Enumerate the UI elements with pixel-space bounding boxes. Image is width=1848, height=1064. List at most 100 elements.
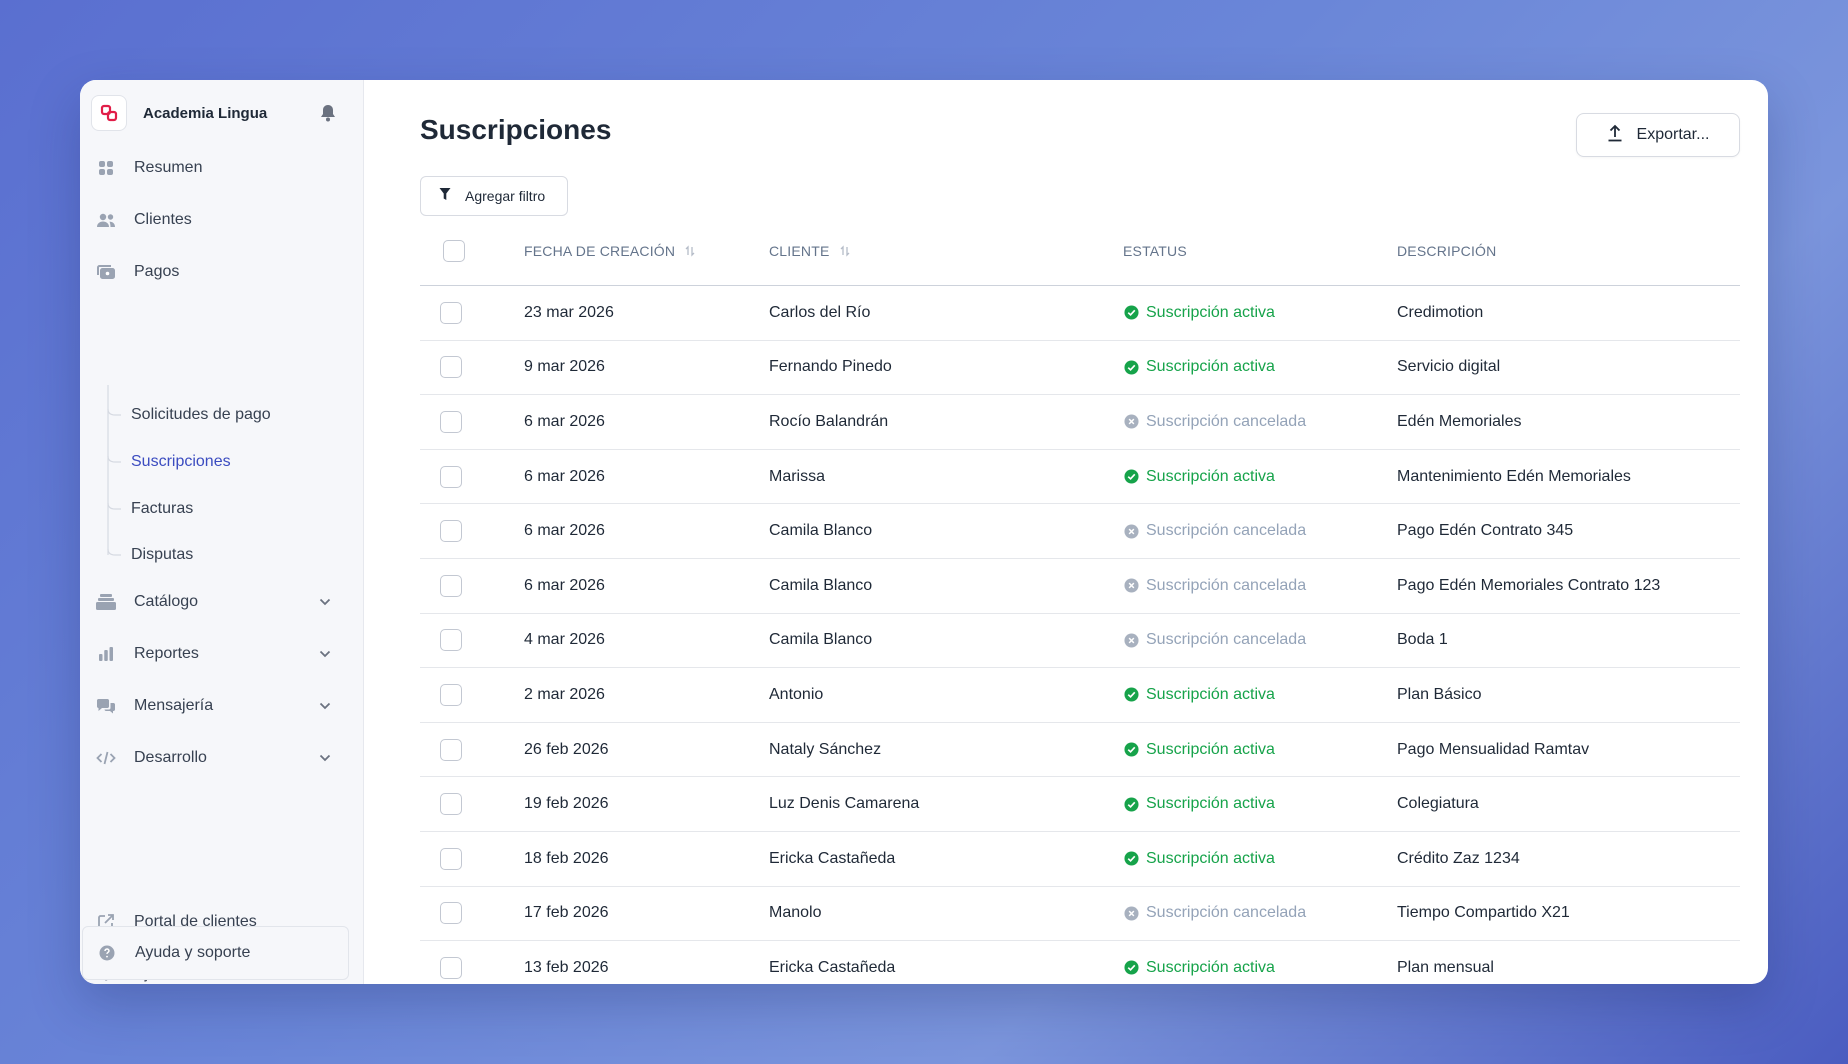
- sidebar-item-clientes[interactable]: Clientes: [96, 202, 347, 238]
- sidebar: Academia Lingua Resumen Clientes Pagos S…: [80, 80, 364, 984]
- row-checkbox[interactable]: [440, 738, 462, 761]
- row-checkbox[interactable]: [440, 465, 462, 488]
- sidebar-item-pagos[interactable]: Pagos: [96, 254, 347, 290]
- status-badge: Suscripción activa: [1123, 304, 1275, 322]
- payments-subnav: Solicitudes de pago Suscripciones Factur…: [107, 385, 337, 563]
- date-cell: 18 feb 2026: [524, 849, 609, 867]
- sidebar-subitem-label: Disputas: [131, 546, 194, 563]
- table-row[interactable]: 17 feb 2026 Manolo Suscripción cancelada Ti…: [420, 887, 1740, 942]
- sidebar-item-resumen[interactable]: Resumen: [96, 150, 347, 186]
- row-checkbox[interactable]: [440, 956, 462, 979]
- date-cell: 17 feb 2026: [524, 904, 609, 922]
- description-cell: Pago Edén Contrato 345: [1397, 522, 1574, 540]
- bell-icon[interactable]: [318, 103, 338, 123]
- status-cell: Suscripción cancelada: [1123, 559, 1306, 613]
- table-row[interactable]: 13 feb 2026 Ericka Castañeda Suscripción a…: [420, 941, 1740, 984]
- date-cell: 4 mar 2026: [524, 631, 605, 649]
- client-cell: Ericka Castañeda: [769, 958, 896, 976]
- row-checkbox[interactable]: [440, 410, 462, 433]
- date-cell: 2 mar 2026: [524, 685, 605, 703]
- status-badge: Suscripción activa: [1123, 468, 1275, 486]
- grid-icon: [96, 158, 116, 178]
- sidebar-subitem-disputas[interactable]: Disputas: [131, 540, 193, 570]
- org-logo: [91, 95, 127, 131]
- description-cell: Plan mensual: [1397, 958, 1494, 976]
- description-cell: Crédito Zaz 1234: [1397, 849, 1520, 867]
- table-body: 23 mar 2026 Carlos del Río Suscripción act…: [420, 286, 1740, 984]
- row-checkbox[interactable]: [440, 629, 462, 652]
- main-content: Suscripciones Exportar... Agregar filtro…: [364, 80, 1768, 984]
- sidebar-item-reportes[interactable]: Reportes: [96, 636, 347, 672]
- table-row[interactable]: 26 feb 2026 Nataly Sánchez Suscripción act…: [420, 723, 1740, 778]
- table-row[interactable]: 23 mar 2026 Carlos del Río Suscripción act…: [420, 286, 1740, 341]
- org-header[interactable]: Academia Lingua: [91, 94, 352, 132]
- app-window: Academia Lingua Resumen Clientes Pagos S…: [80, 80, 1768, 984]
- sort-icon: [685, 245, 695, 257]
- table-row[interactable]: 2 mar 2026 Antonio Suscripción activa Plan …: [420, 668, 1740, 723]
- sidebar-item-label: Pagos: [134, 263, 180, 280]
- table-row[interactable]: 19 feb 2026 Luz Denis Camarena Suscripción…: [420, 777, 1740, 832]
- status-text: Suscripción activa: [1146, 467, 1275, 485]
- status-text: Suscripción activa: [1146, 849, 1275, 867]
- sidebar-item-catalogo[interactable]: Catálogo: [96, 584, 347, 620]
- add-filter-button[interactable]: Agregar filtro: [420, 176, 568, 216]
- row-checkbox[interactable]: [440, 793, 462, 816]
- client-cell: Carlos del Río: [769, 303, 871, 321]
- row-select-cell: [440, 450, 462, 504]
- status-text: Suscripción activa: [1146, 740, 1275, 758]
- table-row[interactable]: 6 mar 2026 Rocío Balandrán Suscripción can…: [420, 395, 1740, 450]
- row-select-cell: [440, 887, 462, 941]
- row-select-cell: [440, 777, 462, 831]
- x-circle-icon: [1123, 632, 1139, 648]
- select-all-cell: [443, 216, 465, 286]
- row-select-cell: [440, 559, 462, 613]
- column-header-fecha[interactable]: FECHA DE CREACIÓN: [524, 216, 695, 286]
- sidebar-subitem-facturas[interactable]: Facturas: [131, 494, 193, 524]
- column-header-cliente[interactable]: CLIENTE: [769, 216, 850, 286]
- table-row[interactable]: 9 mar 2026 Fernando Pinedo Suscripción act…: [420, 341, 1740, 396]
- status-text: Suscripción activa: [1146, 685, 1275, 703]
- users-icon: [96, 210, 116, 230]
- row-checkbox[interactable]: [440, 847, 462, 870]
- help-icon: [97, 943, 117, 963]
- export-button[interactable]: Exportar...: [1576, 113, 1740, 157]
- status-cell: Suscripción cancelada: [1123, 614, 1306, 668]
- table-row[interactable]: 6 mar 2026 Marissa Suscripción activa Mante…: [420, 450, 1740, 505]
- add-filter-label: Agregar filtro: [465, 188, 546, 204]
- client-cell: Nataly Sánchez: [769, 740, 882, 758]
- row-checkbox[interactable]: [440, 902, 462, 925]
- sidebar-subitem-solicitudes[interactable]: Solicitudes de pago: [131, 400, 271, 430]
- row-checkbox[interactable]: [440, 520, 462, 543]
- row-select-cell: [440, 832, 462, 886]
- status-cell: Suscripción cancelada: [1123, 395, 1306, 449]
- date-cell: 23 mar 2026: [524, 303, 614, 321]
- select-all-checkbox[interactable]: [443, 240, 465, 262]
- status-text: Suscripción activa: [1146, 358, 1275, 376]
- subscriptions-table: FECHA DE CREACIÓN CLIENTE ESTATUS DESCRI…: [420, 216, 1740, 984]
- row-checkbox[interactable]: [440, 574, 462, 597]
- row-select-cell: [440, 504, 462, 558]
- table-row[interactable]: 18 feb 2026 Ericka Castañeda Suscripción a…: [420, 832, 1740, 887]
- row-checkbox[interactable]: [440, 356, 462, 379]
- description-cell: Servicio digital: [1397, 358, 1501, 376]
- table-row[interactable]: 6 mar 2026 Camila Blanco Suscripción cance…: [420, 559, 1740, 614]
- status-cell: Suscripción activa: [1123, 450, 1275, 504]
- status-cell: Suscripción activa: [1123, 668, 1275, 722]
- table-row[interactable]: 4 mar 2026 Camila Blanco Suscripción cance…: [420, 614, 1740, 669]
- row-checkbox[interactable]: [440, 301, 462, 324]
- status-text: Suscripción activa: [1146, 303, 1275, 321]
- sidebar-item-desarrollo[interactable]: Desarrollo: [96, 740, 347, 776]
- client-cell: Camila Blanco: [769, 576, 873, 594]
- status-cell: Suscripción cancelada: [1123, 887, 1306, 941]
- row-checkbox[interactable]: [440, 683, 462, 706]
- sidebar-subitem-label: Facturas: [131, 500, 194, 517]
- sidebar-item-mensajeria[interactable]: Mensajería: [96, 688, 347, 724]
- brand-logo-icon: [100, 104, 118, 122]
- help-support-button[interactable]: Ayuda y soporte: [82, 926, 349, 980]
- table-row[interactable]: 6 mar 2026 Camila Blanco Suscripción cance…: [420, 504, 1740, 559]
- row-select-cell: [440, 941, 462, 984]
- payments-icon: [96, 262, 116, 282]
- status-badge: Suscripción cancelada: [1123, 413, 1306, 431]
- check-circle-icon: [1123, 742, 1139, 758]
- sidebar-subitem-suscripciones[interactable]: Suscripciones: [131, 447, 231, 477]
